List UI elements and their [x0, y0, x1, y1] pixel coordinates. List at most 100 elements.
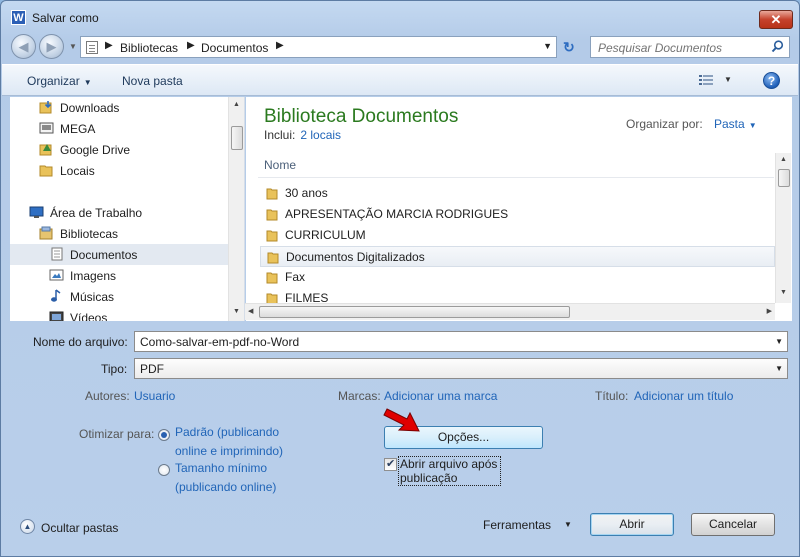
tools-menu[interactable]: Ferramentas	[483, 518, 551, 532]
view-details-icon[interactable]	[699, 75, 713, 86]
radio-minimum-size-label[interactable]: Tamanho mínimo (publicando online)	[175, 459, 276, 497]
save-as-dialog: W Salvar como ✕ ◀ ▶ ▼ ▶ Bibliotecas ▶ Do…	[0, 0, 800, 557]
chevron-down-icon[interactable]: ▼	[775, 364, 783, 373]
locations-link[interactable]: 2 locais	[300, 128, 341, 142]
mega-drive-icon	[39, 122, 54, 134]
file-name: Documentos Digitalizados	[286, 250, 425, 264]
view-options-chevron-icon[interactable]: ▼	[724, 75, 732, 84]
radio-minimum-size[interactable]	[158, 464, 170, 476]
tags-label: Marcas:	[338, 389, 381, 403]
help-icon[interactable]: ?	[763, 72, 780, 89]
sidebar-item-documentos[interactable]: Documentos	[10, 244, 228, 265]
open-after-publish-checkbox[interactable]: ✔	[384, 458, 397, 471]
scroll-down-icon[interactable]: ▼	[233, 308, 240, 315]
radio-minimum-line2: (publicando online)	[175, 480, 277, 494]
videos-icon	[49, 311, 64, 321]
address-dropdown-icon[interactable]: ▼	[543, 41, 552, 51]
hide-folders-icon[interactable]: ▲	[20, 519, 35, 534]
search-icon[interactable]	[771, 40, 784, 53]
refresh-icon[interactable]: ↻	[563, 39, 575, 56]
toolbar: Organizar ▼ Nova pasta ▼ ?	[2, 64, 798, 96]
sidebar-item-bibliotecas[interactable]: Bibliotecas	[10, 223, 228, 244]
document-icon	[86, 41, 98, 54]
sidebar-item-musicas[interactable]: Músicas	[10, 286, 228, 307]
sidebar-item-videos[interactable]: Vídeos	[10, 307, 228, 321]
breadcrumb-item-documentos[interactable]: Documentos	[201, 41, 268, 55]
optimize-label: Otimizar para:	[79, 427, 155, 441]
close-button[interactable]: ✕	[759, 10, 793, 29]
navigation-pane: Downloads MEGA Google Drive Locais Área …	[10, 97, 245, 321]
folder-icon	[267, 252, 279, 264]
sidebar-item-downloads[interactable]: Downloads	[10, 97, 228, 118]
breadcrumb-separator[interactable]: ▶	[105, 40, 113, 51]
list-item[interactable]: Fax	[260, 267, 775, 288]
list-item[interactable]: 30 anos	[260, 183, 775, 204]
file-list-scrollbar[interactable]: ▲ ▼	[775, 153, 791, 303]
sidebar-item-imagens[interactable]: Imagens	[10, 265, 228, 286]
new-folder-button[interactable]: Nova pasta	[122, 74, 183, 88]
scroll-right-icon[interactable]: ▶	[767, 307, 772, 315]
sidebar-item-mega[interactable]: MEGA	[10, 118, 228, 139]
sidebar-item-area-de-trabalho[interactable]: Área de Trabalho	[10, 202, 228, 223]
file-type-select[interactable]: PDF ▼	[134, 358, 788, 379]
annotation-arrow-icon	[383, 408, 420, 432]
authors-field[interactable]: Usuario	[134, 389, 175, 403]
filename-field[interactable]: Como-salvar-em-pdf-no-Word ▼	[134, 331, 788, 352]
scroll-up-icon[interactable]: ▲	[780, 156, 787, 163]
forward-button[interactable]: ▶	[39, 34, 64, 59]
radio-minimum-line1: Tamanho mínimo	[175, 461, 268, 475]
library-title: Biblioteca Documentos	[264, 106, 459, 127]
list-item[interactable]: Documentos Digitalizados	[260, 246, 775, 267]
breadcrumb-separator[interactable]: ▶	[276, 40, 284, 51]
includes-label: Inclui:	[264, 128, 296, 142]
chevron-down-icon[interactable]: ▼	[775, 337, 783, 346]
recent-locations-dropdown[interactable]: ▼	[69, 42, 77, 51]
title-label: Título:	[595, 389, 629, 403]
breadcrumb-separator[interactable]: ▶	[187, 40, 195, 51]
radio-standard-line1: Padrão (publicando	[175, 425, 280, 439]
scrollbar-thumb[interactable]	[231, 126, 243, 150]
file-list-pane: Biblioteca Documentos Inclui: 2 locais Or…	[246, 97, 792, 321]
organize-by-dropdown[interactable]: Pasta ▼	[714, 117, 757, 131]
organize-by-label: Organizar por:	[626, 117, 703, 131]
chevron-down-icon: ▼	[83, 78, 92, 87]
scroll-up-icon[interactable]: ▲	[233, 101, 240, 108]
navigation-row: ◀ ▶ ▼ ▶ Bibliotecas ▶ Documentos ▶ ▼ ↻ P…	[1, 33, 799, 61]
open-after-publish-label[interactable]: Abrir arquivo após publicação	[400, 457, 497, 485]
documents-icon	[51, 247, 63, 261]
list-item[interactable]: CURRICULUM	[260, 225, 775, 246]
folder-icon	[266, 188, 278, 200]
file-name: Fax	[285, 270, 306, 284]
sidebar-item-google-drive[interactable]: Google Drive	[10, 139, 228, 160]
tools-chevron-icon[interactable]: ▼	[564, 520, 572, 529]
breadcrumb-item-bibliotecas[interactable]: Bibliotecas	[120, 41, 178, 55]
search-input[interactable]: Pesquisar Documentos	[590, 36, 790, 58]
radio-standard[interactable]	[158, 429, 170, 441]
hide-folders-button[interactable]: Ocultar pastas	[41, 521, 118, 535]
breadcrumb[interactable]: ▶ Bibliotecas ▶ Documentos ▶ ▼	[80, 36, 557, 58]
chevron-down-icon: ▼	[748, 121, 757, 130]
horizontal-scrollbar[interactable]: ◀ ▶	[245, 303, 775, 320]
file-name: 30 anos	[285, 186, 328, 200]
scroll-left-icon[interactable]: ◀	[248, 307, 253, 315]
scroll-down-icon[interactable]: ▼	[780, 289, 787, 296]
save-button[interactable]: Abrir	[590, 513, 674, 536]
cancel-button[interactable]: Cancelar	[691, 513, 775, 536]
scrollbar-thumb[interactable]	[778, 169, 790, 187]
column-header-name[interactable]: Nome	[264, 158, 296, 172]
sidebar-item-locais[interactable]: Locais	[10, 160, 228, 181]
back-button[interactable]: ◀	[11, 34, 36, 59]
list-item[interactable]: APRESENTAÇÃO MARCIA RODRIGUES	[260, 204, 775, 225]
scrollbar-thumb[interactable]	[259, 306, 570, 318]
folder-icon	[266, 230, 278, 242]
file-name: APRESENTAÇÃO MARCIA RODRIGUES	[285, 207, 509, 221]
organize-by-value: Pasta	[714, 117, 745, 131]
authors-label: Autores:	[85, 389, 130, 403]
organize-menu[interactable]: Organizar ▼	[27, 74, 92, 88]
type-label: Tipo:	[101, 362, 128, 376]
title-field[interactable]: Adicionar um título	[634, 389, 733, 403]
tags-field[interactable]: Adicionar uma marca	[384, 389, 497, 403]
radio-standard-label[interactable]: Padrão (publicando online e imprimindo)	[175, 423, 283, 461]
navigation-pane-scrollbar[interactable]: ▲ ▼	[228, 97, 244, 321]
list-item[interactable]: FILMES	[260, 288, 775, 303]
